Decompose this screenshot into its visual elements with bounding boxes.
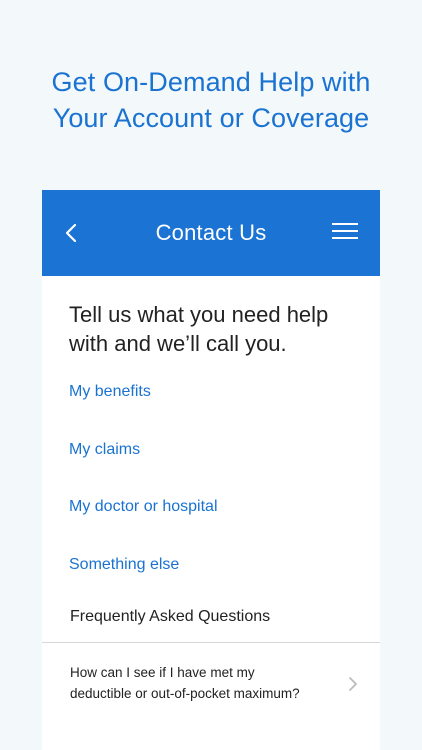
back-button[interactable] [60,220,82,246]
faq-question-line-2: deductible or out-of-pocket maximum? [70,686,300,701]
intro-text: Tell us what you need help with and we’l… [42,276,380,358]
promo-title: Get On-Demand Help with Your Account or … [0,64,422,136]
faq-heading: Frequently Asked Questions [70,608,271,625]
chevron-right-icon [349,677,357,691]
app-header: Contact Us [42,190,380,276]
promo-title-line-1: Get On-Demand Help with [51,67,371,97]
faq-item[interactable]: How can I see if I have met my deductibl… [42,643,380,720]
intro-line-2: with and we’ll call you. [69,331,287,356]
app-screen: Contact Us Tell us what you need help wi… [42,190,380,750]
faq-question-line-1: How can I see if I have met my [70,665,255,680]
option-my-claims[interactable]: My claims [69,428,353,486]
chevron-left-icon [65,223,77,243]
option-my-doctor-or-hospital[interactable]: My doctor or hospital [69,485,353,543]
intro-line-1: Tell us what you need help [69,302,329,327]
header-title: Contact Us [155,220,267,245]
menu-button[interactable] [332,223,360,243]
option-my-benefits[interactable]: My benefits [69,370,353,428]
option-something-else[interactable]: Something else [69,543,353,601]
promo-title-line-2: Your Account or Coverage [52,103,370,133]
help-options-list: My benefits My claims My doctor or hospi… [42,358,380,600]
